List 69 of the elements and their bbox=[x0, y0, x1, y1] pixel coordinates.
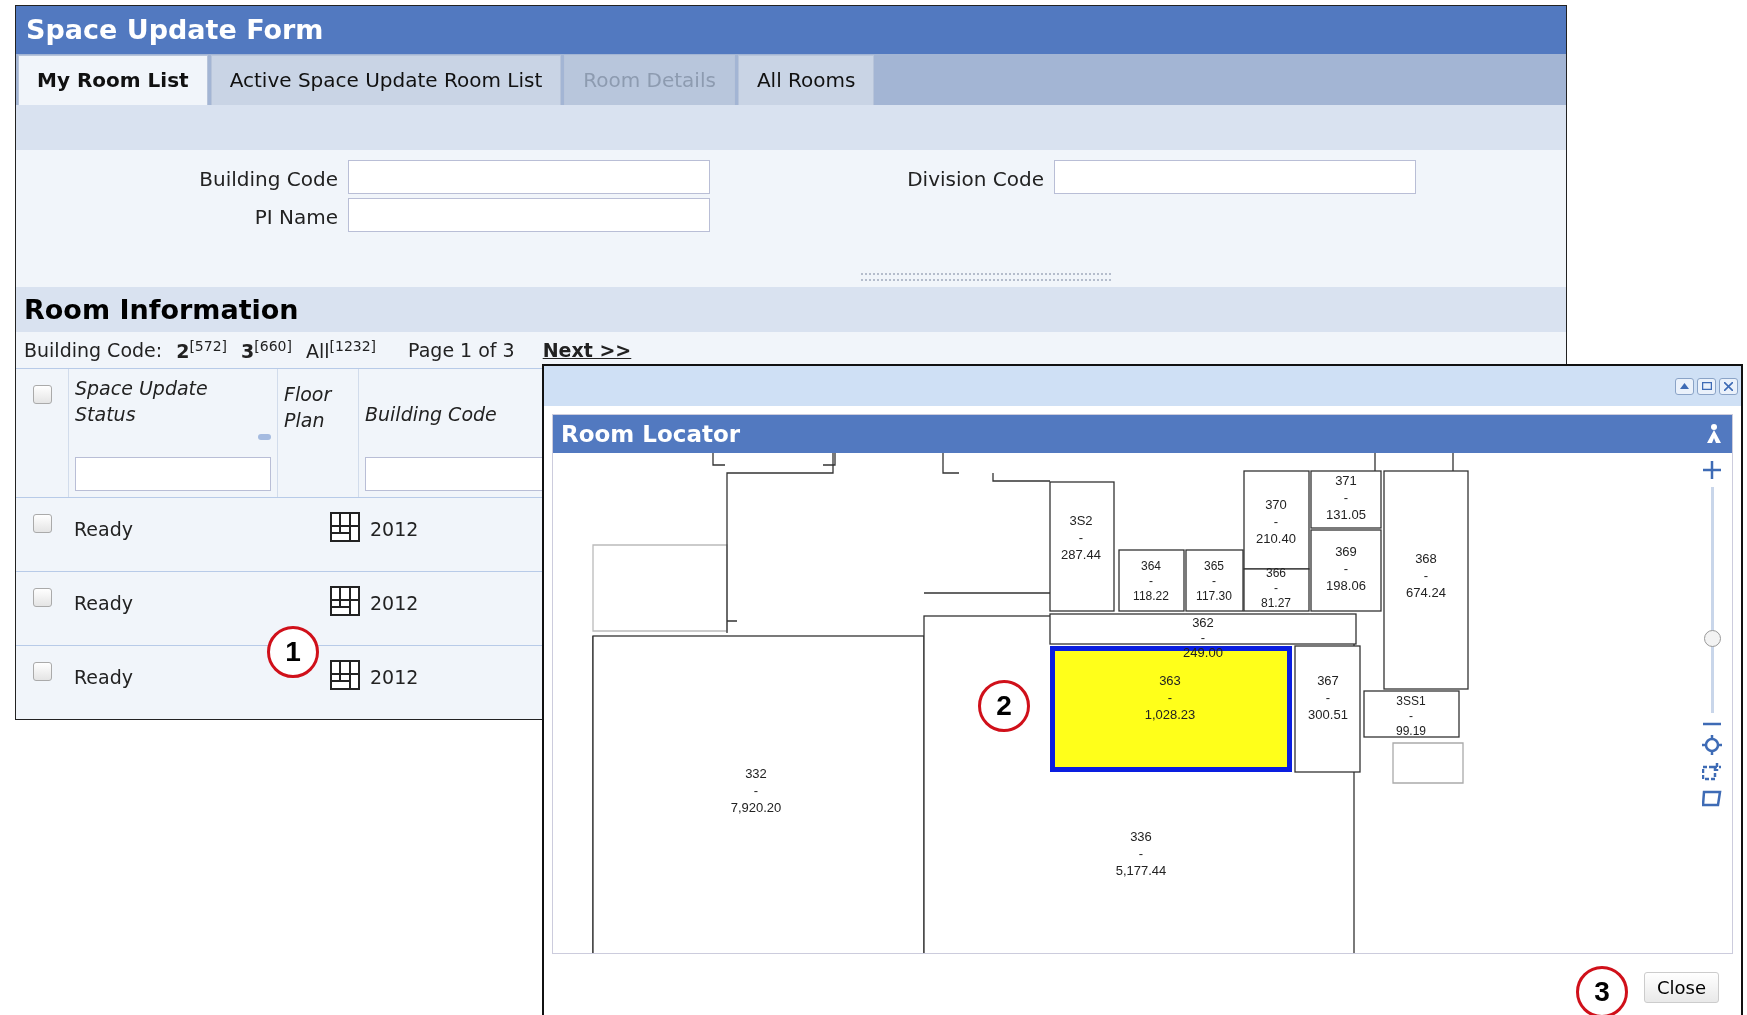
room-label: 367 - 300.51 bbox=[1308, 673, 1348, 722]
room-label: 336 - 5,177.44 bbox=[1115, 829, 1167, 878]
next-link[interactable]: Next >> bbox=[542, 339, 632, 362]
text-field[interactable] bbox=[348, 160, 710, 195]
floor-plan-icon[interactable] bbox=[330, 512, 360, 542]
room-label: 370 - 210.40 bbox=[1256, 497, 1296, 546]
column-header[interactable]: Floor Plan bbox=[284, 375, 352, 433]
tab[interactable]: All Rooms bbox=[737, 54, 875, 105]
parallelogram-icon[interactable] bbox=[1702, 789, 1722, 807]
crop-icon[interactable] bbox=[1702, 763, 1722, 781]
room-outline[interactable] bbox=[1310, 529, 1382, 612]
room-label: 3S2 - 287.44 bbox=[1061, 513, 1101, 562]
checkbox[interactable] bbox=[33, 662, 52, 681]
maximize-button[interactable] bbox=[1697, 377, 1716, 395]
room-outline[interactable] bbox=[1050, 646, 1292, 772]
room-label: 364 - 118.22 bbox=[1133, 559, 1169, 603]
filter-link[interactable]: All$^{[1232]}$ bbox=[305, 337, 377, 363]
table-cell-text: 2012 bbox=[370, 591, 419, 616]
target-icon[interactable] bbox=[1702, 735, 1722, 755]
filter-link[interactable]: 2$^{[572]}$ bbox=[176, 337, 228, 363]
minimize-button[interactable] bbox=[1675, 377, 1694, 395]
dialog-title: Room Locator bbox=[561, 421, 741, 447]
filter-link[interactable]: 3$^{[660]}$ bbox=[241, 337, 292, 363]
room-outline[interactable] bbox=[1243, 470, 1310, 570]
room-label: 369 - 198.06 bbox=[1326, 544, 1366, 593]
tab[interactable]: My Room List bbox=[18, 54, 208, 105]
room-outline[interactable] bbox=[1363, 690, 1460, 738]
checkbox[interactable] bbox=[33, 588, 52, 607]
close-button[interactable]: Close bbox=[1643, 972, 1719, 1003]
column-header[interactable]: Space Update Status bbox=[75, 375, 271, 427]
room-outline[interactable] bbox=[1185, 549, 1244, 612]
filter-label: Building Code: bbox=[24, 339, 163, 362]
splitter-handle[interactable] bbox=[861, 272, 1111, 281]
room-label: 368 - 674.24 bbox=[1406, 551, 1446, 600]
close-button[interactable] bbox=[1719, 377, 1738, 395]
field-label: Building Code bbox=[198, 167, 338, 192]
room-label: 366 - 81.27 bbox=[1261, 566, 1291, 610]
field-label: PI Name bbox=[253, 205, 338, 230]
room-label: 332 - 7,920.20 bbox=[730, 766, 782, 815]
checkbox[interactable] bbox=[33, 514, 52, 533]
text-field[interactable] bbox=[348, 198, 710, 233]
filter-field[interactable] bbox=[75, 457, 271, 491]
slider-thumb[interactable] bbox=[1703, 629, 1721, 647]
room-outline[interactable] bbox=[1243, 568, 1310, 612]
form-title: Space Update Form bbox=[16, 6, 1566, 54]
people-icon[interactable] bbox=[1704, 424, 1724, 444]
floor-plan-icon[interactable] bbox=[330, 660, 360, 690]
room-outline[interactable] bbox=[1118, 549, 1185, 612]
close-icon bbox=[1724, 381, 1733, 391]
zoom-out-icon[interactable] bbox=[1703, 721, 1721, 727]
room-label: 365 - 117.30 bbox=[1196, 559, 1232, 603]
field-label: Division Code bbox=[906, 167, 1044, 192]
room-outline[interactable] bbox=[1310, 470, 1382, 529]
table-cell-text: 2012 bbox=[370, 517, 419, 542]
zoom-in-icon[interactable] bbox=[1703, 461, 1721, 479]
table-cell-text: 2012 bbox=[370, 665, 419, 690]
page-info: Page 1 of 3 bbox=[408, 339, 515, 362]
floor-plan-icon[interactable] bbox=[330, 586, 360, 616]
text-field[interactable] bbox=[1054, 160, 1416, 195]
table-cell-text: Ready bbox=[73, 517, 134, 542]
checkbox[interactable] bbox=[33, 385, 52, 404]
table-cell-text: Ready bbox=[73, 591, 134, 616]
section-title: Room Information bbox=[16, 286, 1566, 333]
tab[interactable]: Active Space Update Room List bbox=[210, 54, 562, 105]
room-label: 3SS1 - 99.19 bbox=[1396, 694, 1426, 738]
table-cell-text: Ready bbox=[73, 665, 134, 690]
room-label: 371 - 131.05 bbox=[1326, 473, 1366, 522]
up-triangle-icon bbox=[1680, 383, 1689, 389]
room-label: 363 - 1,028.23 bbox=[1144, 673, 1196, 722]
